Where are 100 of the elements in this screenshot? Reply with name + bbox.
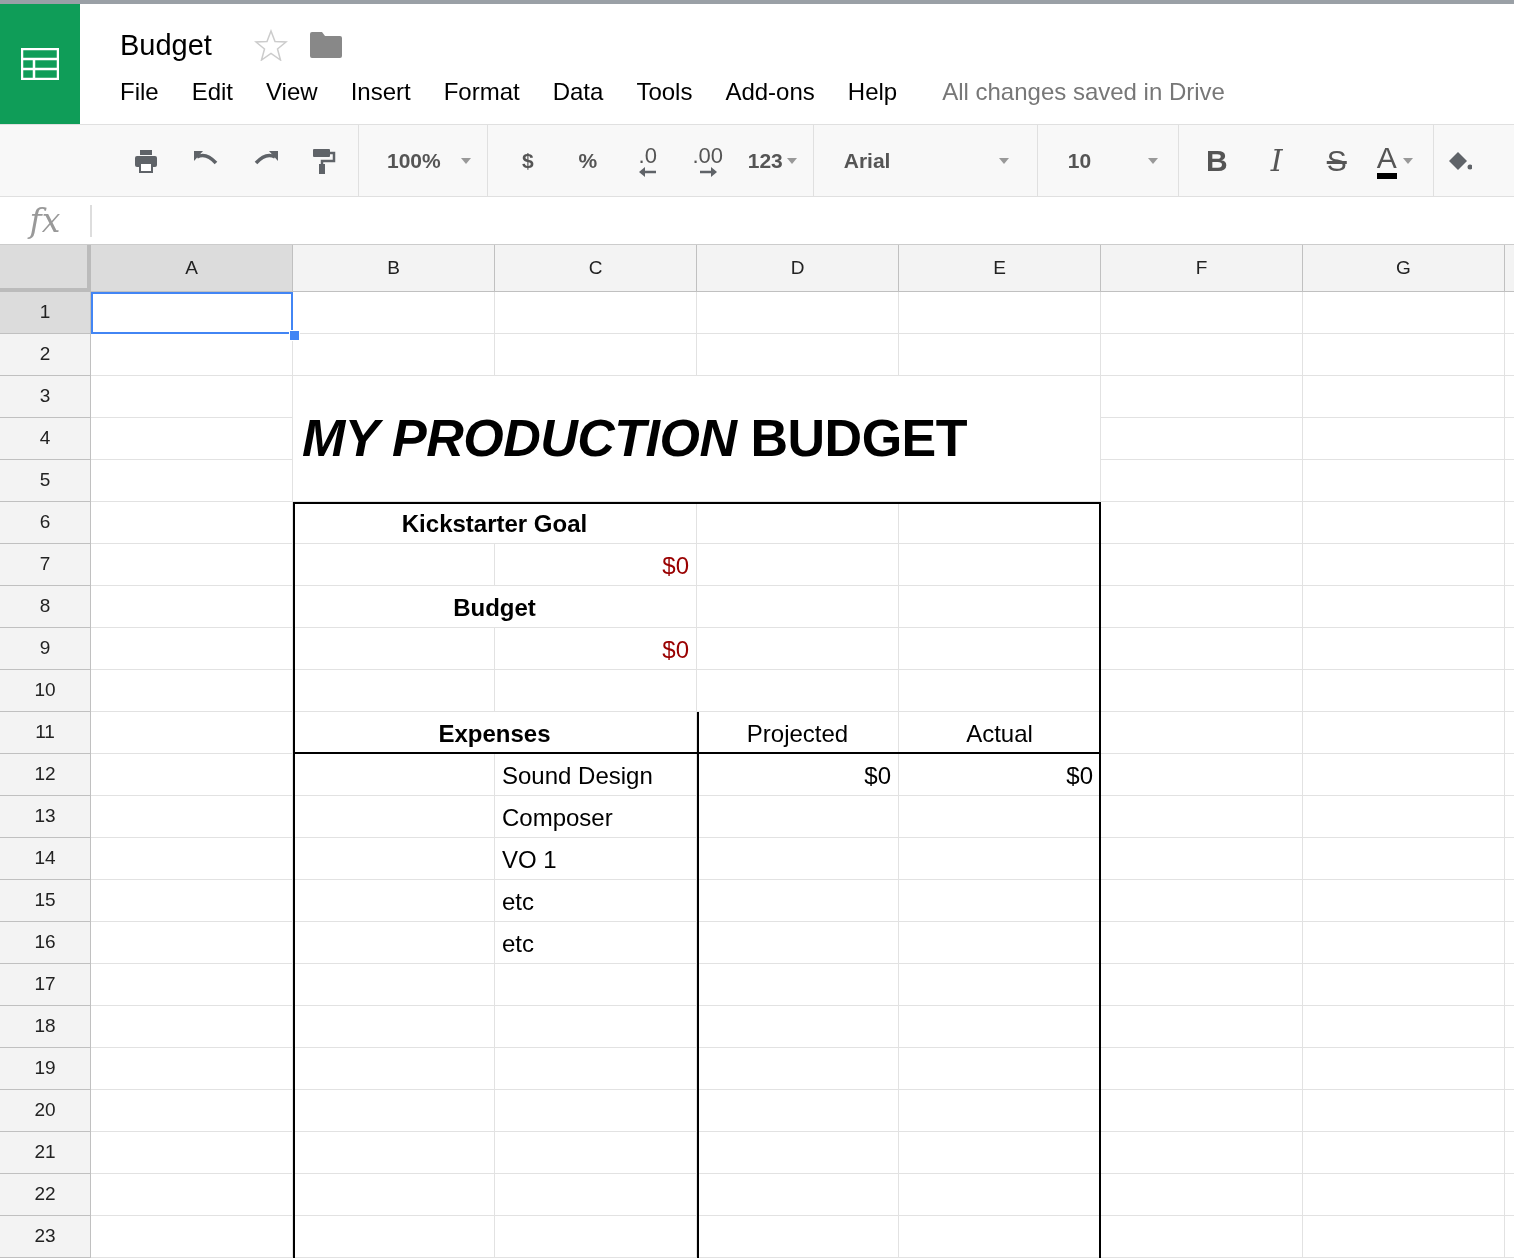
column-header[interactable]: E xyxy=(899,245,1101,292)
table-cell[interactable] xyxy=(1303,1216,1505,1258)
table-cell[interactable] xyxy=(91,964,293,1006)
row-header[interactable]: 15 xyxy=(0,880,91,922)
table-cell[interactable] xyxy=(91,1216,293,1258)
table-cell[interactable]: Budget xyxy=(293,586,697,628)
row-header[interactable]: 12 xyxy=(0,754,91,796)
table-cell[interactable] xyxy=(91,376,293,418)
table-cell[interactable] xyxy=(1101,1006,1303,1048)
font-dropdown[interactable]: Arial xyxy=(843,140,1009,181)
table-cell[interactable] xyxy=(495,964,697,1006)
zoom-dropdown[interactable]: 100% xyxy=(387,140,471,181)
table-cell[interactable] xyxy=(1303,334,1505,376)
fill-handle[interactable] xyxy=(289,330,300,341)
row-header[interactable]: 8 xyxy=(0,586,91,628)
table-cell[interactable] xyxy=(91,880,293,922)
table-cell[interactable] xyxy=(1303,1132,1505,1174)
menu-item[interactable]: Edit xyxy=(191,77,234,107)
row-header[interactable]: 9 xyxy=(0,628,91,670)
table-cell[interactable] xyxy=(697,838,899,880)
table-cell[interactable] xyxy=(1101,712,1303,754)
table-cell[interactable] xyxy=(91,1174,293,1216)
row-header[interactable]: 5 xyxy=(0,460,91,502)
table-cell[interactable] xyxy=(91,1132,293,1174)
text-italic-button[interactable]: I xyxy=(1256,140,1297,181)
table-cell[interactable] xyxy=(1101,922,1303,964)
table-cell[interactable] xyxy=(1303,922,1505,964)
table-cell[interactable] xyxy=(91,1090,293,1132)
table-cell[interactable] xyxy=(293,1132,495,1174)
table-cell[interactable]: Actual xyxy=(899,712,1101,754)
row-header[interactable]: 3 xyxy=(0,376,91,418)
menu-item[interactable]: View xyxy=(266,77,318,107)
table-cell[interactable] xyxy=(91,1006,293,1048)
table-cell[interactable]: Projected xyxy=(697,712,899,754)
table-cell[interactable] xyxy=(91,670,293,712)
table-cell[interactable] xyxy=(91,544,293,586)
table-cell[interactable] xyxy=(1303,502,1505,544)
table-cell[interactable] xyxy=(697,922,899,964)
table-cell[interactable] xyxy=(1101,964,1303,1006)
table-cell[interactable] xyxy=(293,880,495,922)
font-size-dropdown[interactable]: 10 xyxy=(1067,140,1158,181)
column-header[interactable]: F xyxy=(1101,245,1303,292)
table-cell[interactable] xyxy=(1101,880,1303,922)
table-cell[interactable] xyxy=(1101,838,1303,880)
format-percent-button[interactable]: % xyxy=(567,140,608,181)
star-icon[interactable] xyxy=(253,29,288,61)
table-cell[interactable] xyxy=(697,586,899,628)
table-cell[interactable] xyxy=(293,1090,495,1132)
table-cell[interactable] xyxy=(1101,1174,1303,1216)
table-cell[interactable] xyxy=(293,1006,495,1048)
table-cell[interactable] xyxy=(495,1090,697,1132)
table-cell[interactable] xyxy=(1303,376,1505,418)
table-cell[interactable] xyxy=(495,292,697,334)
table-cell[interactable] xyxy=(1303,460,1505,502)
table-cell[interactable]: etc xyxy=(495,922,697,964)
row-header[interactable]: 4 xyxy=(0,418,91,460)
table-cell[interactable] xyxy=(697,1006,899,1048)
table-cell[interactable] xyxy=(495,1132,697,1174)
format-increase-decimal-button[interactable]: .00 xyxy=(687,140,728,181)
table-cell[interactable] xyxy=(1101,586,1303,628)
table-cell[interactable] xyxy=(1303,712,1505,754)
format-decrease-decimal-button[interactable]: .0 xyxy=(627,140,668,181)
table-cell[interactable] xyxy=(91,418,293,460)
column-header[interactable]: A xyxy=(91,245,293,292)
table-cell[interactable] xyxy=(293,544,495,586)
table-cell[interactable] xyxy=(91,628,293,670)
table-cell[interactable] xyxy=(1101,376,1303,418)
table-cell[interactable] xyxy=(495,1006,697,1048)
table-cell[interactable] xyxy=(1101,796,1303,838)
table-cell[interactable] xyxy=(293,670,495,712)
row-header[interactable]: 10 xyxy=(0,670,91,712)
table-cell[interactable] xyxy=(293,754,495,796)
table-cell[interactable]: Kickstarter Goal xyxy=(293,502,697,544)
table-cell[interactable] xyxy=(1303,1006,1505,1048)
table-cell[interactable] xyxy=(293,1216,495,1258)
table-cell[interactable] xyxy=(293,628,495,670)
table-cell[interactable] xyxy=(1303,544,1505,586)
column-header[interactable]: B xyxy=(293,245,495,292)
table-cell[interactable] xyxy=(1303,628,1505,670)
table-cell[interactable] xyxy=(91,1048,293,1090)
table-cell[interactable] xyxy=(697,964,899,1006)
row-header[interactable]: 16 xyxy=(0,922,91,964)
table-cell[interactable] xyxy=(899,292,1101,334)
menu-item[interactable]: Add-ons xyxy=(725,77,815,107)
table-cell[interactable] xyxy=(293,922,495,964)
text-text-color-button[interactable]: A xyxy=(1376,140,1413,181)
table-cell[interactable] xyxy=(1101,1132,1303,1174)
table-cell[interactable] xyxy=(1101,460,1303,502)
row-header[interactable]: 1 xyxy=(0,292,91,334)
table-cell[interactable] xyxy=(697,1216,899,1258)
format-currency-button[interactable]: $ xyxy=(507,140,548,181)
row-header[interactable]: 19 xyxy=(0,1048,91,1090)
table-cell[interactable] xyxy=(697,544,899,586)
menu-item[interactable]: File xyxy=(120,77,159,107)
table-cell[interactable] xyxy=(697,880,899,922)
table-cell[interactable] xyxy=(1303,796,1505,838)
text-bold-button[interactable]: B xyxy=(1196,140,1237,181)
document-title[interactable]: Budget xyxy=(120,30,212,60)
row-header[interactable]: 14 xyxy=(0,838,91,880)
table-cell[interactable] xyxy=(495,670,697,712)
